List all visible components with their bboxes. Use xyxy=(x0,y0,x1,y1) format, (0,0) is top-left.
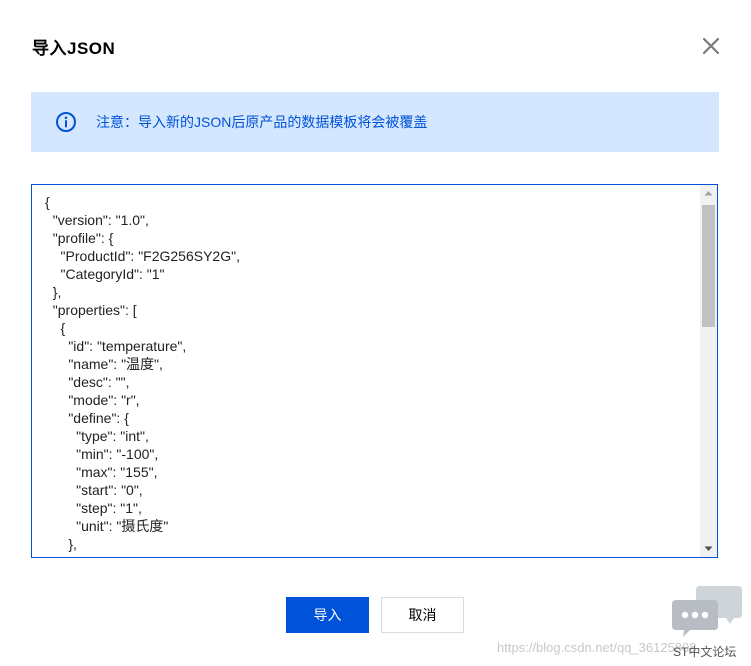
info-icon xyxy=(56,112,76,132)
json-editor[interactable]: { "version": "1.0", "profile": { "Produc… xyxy=(31,184,718,558)
watermark-url: https://blog.csdn.net/qq_36125808 xyxy=(497,640,697,655)
watermark-forum-label: ST中文论坛 xyxy=(673,645,737,659)
chat-bubbles-icon xyxy=(672,586,742,637)
scroll-up-arrow-icon[interactable] xyxy=(700,185,717,202)
import-json-dialog: 导入JSON 注意：导入新的JSON后原产品的数据模板将会被覆盖 { "vers… xyxy=(0,0,751,666)
warning-alert: 注意：导入新的JSON后原产品的数据模板将会被覆盖 xyxy=(31,92,719,152)
json-text[interactable]: { "version": "1.0", "profile": { "Produc… xyxy=(45,193,240,557)
import-button[interactable]: 导入 xyxy=(286,597,369,633)
cancel-button[interactable]: 取消 xyxy=(381,597,464,633)
scroll-thumb[interactable] xyxy=(702,205,715,327)
close-icon[interactable] xyxy=(700,35,722,57)
scroll-down-arrow-icon[interactable] xyxy=(700,540,717,557)
alert-message: 注意：导入新的JSON后原产品的数据模板将会被覆盖 xyxy=(96,114,428,130)
editor-scrollbar[interactable] xyxy=(700,185,717,557)
dialog-title: 导入JSON xyxy=(32,39,116,58)
